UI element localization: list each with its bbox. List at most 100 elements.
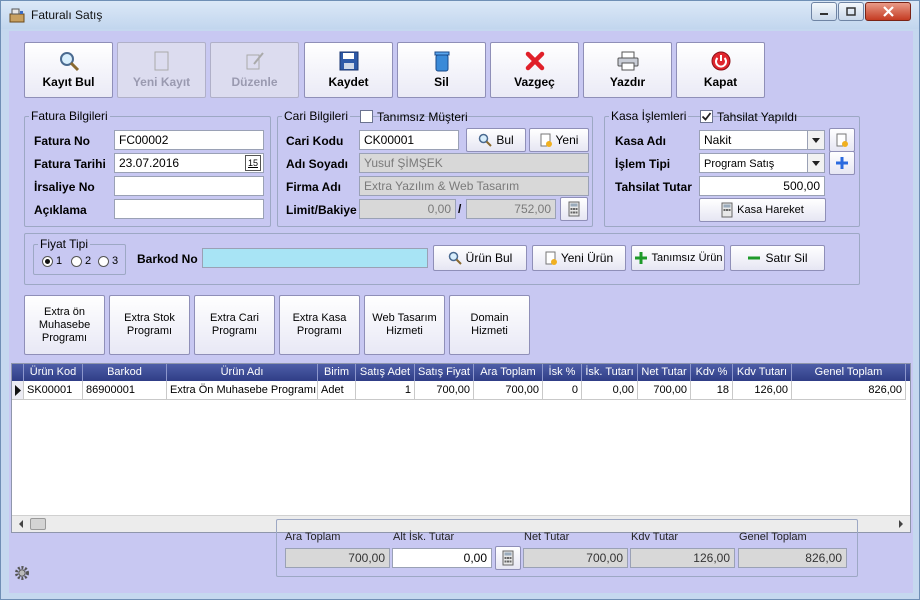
adi-soyadi-label: Adı Soyadı bbox=[286, 157, 349, 171]
fiyat-tipi-label-2: 2 bbox=[85, 255, 92, 267]
title-bar[interactable]: Faturalı Satış bbox=[1, 1, 919, 29]
grid-cell[interactable]: 700,00 bbox=[474, 381, 543, 400]
grid-cell[interactable]: 700,00 bbox=[415, 381, 474, 400]
grid-header-cell[interactable]: Satış Fiyat bbox=[415, 364, 474, 381]
grid-cell[interactable]: 86900001 bbox=[83, 381, 167, 400]
row-indicator[interactable] bbox=[12, 381, 24, 400]
tanimsiz-urun-button[interactable]: Tanımsız Ürün bbox=[631, 245, 725, 271]
quick-product-button-4[interactable]: Extra Kasa Programı bbox=[279, 295, 360, 355]
duzenle-button[interactable]: Düzenle bbox=[210, 42, 299, 98]
barkod-no-input[interactable] bbox=[202, 248, 428, 268]
close-window-button[interactable] bbox=[865, 2, 911, 21]
ara-toplam-field[interactable]: 700,00 bbox=[285, 548, 390, 568]
islem-tipi-select[interactable]: Program Satış bbox=[699, 153, 825, 173]
tahsilat-tutar-field[interactable]: 500,00 bbox=[699, 176, 825, 196]
irsaliye-no-field[interactable] bbox=[114, 176, 264, 196]
quick-product-button-6[interactable]: Domain Hizmeti bbox=[449, 295, 530, 355]
genel-toplam-field[interactable]: 826,00 bbox=[738, 548, 847, 568]
fatura-legend: Fatura Bilgileri bbox=[31, 109, 108, 123]
alt-isk-calculator-button[interactable] bbox=[495, 546, 521, 570]
scroll-left-icon[interactable] bbox=[14, 516, 28, 532]
chevron-down-icon[interactable] bbox=[807, 131, 824, 149]
kdv-tutar-field[interactable]: 126,00 bbox=[630, 548, 735, 568]
cari-kodu-field[interactable]: CK00001 bbox=[359, 130, 459, 150]
cari-yeni-button[interactable]: Yeni bbox=[529, 128, 589, 152]
grid-cell[interactable]: 700,00 bbox=[638, 381, 691, 400]
grid-header-cell[interactable]: İsk % bbox=[543, 364, 582, 381]
grid-header-cell[interactable]: Net Tutar bbox=[638, 364, 691, 381]
save-disk-icon bbox=[339, 51, 358, 71]
row-pointer-icon bbox=[15, 385, 21, 396]
chevron-down-icon[interactable] bbox=[807, 154, 824, 172]
fiyat-tipi-radio-2[interactable] bbox=[71, 256, 82, 267]
tahsilat-tutar-label: Tahsilat Tutar bbox=[615, 180, 692, 194]
sil-button[interactable]: Sil bbox=[397, 42, 486, 98]
sil-label: Sil bbox=[434, 75, 449, 89]
vazgec-button[interactable]: Vazgeç bbox=[490, 42, 579, 98]
aciklama-field[interactable] bbox=[114, 199, 264, 219]
yeni-kayit-button[interactable]: Yeni Kayıt bbox=[117, 42, 206, 98]
scroll-thumb[interactable] bbox=[30, 518, 46, 530]
adi-soyadi-field[interactable]: Yusuf ŞİMŞEK bbox=[359, 153, 589, 173]
quick-product-button-2[interactable]: Extra Stok Programı bbox=[109, 295, 190, 355]
net-tutar-field[interactable]: 700,00 bbox=[523, 548, 628, 568]
grid-header-cell[interactable]: Satış Adet bbox=[356, 364, 415, 381]
fiyat-tipi-radio-1[interactable] bbox=[42, 256, 53, 267]
limit-field[interactable]: 0,00 bbox=[359, 199, 456, 219]
scroll-right-icon[interactable] bbox=[894, 516, 908, 532]
grid-header-cell[interactable]: Ürün Adı bbox=[167, 364, 318, 381]
kapat-button[interactable]: Kapat bbox=[676, 42, 765, 98]
grid-header-cell[interactable]: Ara Toplam bbox=[474, 364, 543, 381]
grid-cell[interactable]: 126,00 bbox=[733, 381, 792, 400]
cari-bul-button[interactable]: Bul bbox=[466, 128, 526, 152]
grid-header-cell[interactable]: Barkod bbox=[83, 364, 167, 381]
tanimsiz-musteri-checkbox[interactable] bbox=[360, 110, 373, 123]
calculator-icon bbox=[568, 201, 580, 217]
kasa-yeni-button[interactable] bbox=[829, 128, 855, 152]
minimize-button[interactable] bbox=[811, 2, 837, 21]
grid-header-cell[interactable]: Birim bbox=[318, 364, 356, 381]
grid-cell[interactable]: 0 bbox=[543, 381, 582, 400]
cari-bul-label: Bul bbox=[496, 133, 514, 147]
grid-header-cell[interactable]: Ürün Kod bbox=[24, 364, 83, 381]
kasa-adi-select[interactable]: Nakit bbox=[699, 130, 825, 150]
bakiye-calculator-button[interactable] bbox=[560, 197, 588, 221]
grid-header-cell[interactable]: Kdv % bbox=[691, 364, 733, 381]
calendar-button[interactable]: 15 bbox=[245, 155, 261, 171]
urun-bul-button[interactable]: Ürün Bul bbox=[433, 245, 527, 271]
grid-cell[interactable]: Adet bbox=[318, 381, 356, 400]
grid-header-cell[interactable]: Kdv Tutarı bbox=[733, 364, 792, 381]
firma-adi-field[interactable]: Extra Yazılım & Web Tasarım bbox=[359, 176, 589, 196]
gear-icon[interactable] bbox=[14, 565, 30, 581]
window-title: Faturalı Satış bbox=[31, 8, 103, 22]
yeni-urun-button[interactable]: Yeni Ürün bbox=[532, 245, 626, 271]
grid-header-cell[interactable]: Genel Toplam bbox=[792, 364, 906, 381]
satir-sil-label: Satır Sil bbox=[765, 251, 808, 265]
grid-cell[interactable]: 826,00 bbox=[792, 381, 906, 400]
bakiye-field[interactable]: 752,00 bbox=[466, 199, 556, 219]
alt-isk-tutar-field[interactable]: 0,00 bbox=[392, 548, 492, 568]
grid-cell[interactable]: 1 bbox=[356, 381, 415, 400]
grid-cell[interactable]: Extra Ön Muhasebe Programı bbox=[167, 381, 318, 400]
quick-product-button-1[interactable]: Extra ön Muhasebe Programı bbox=[24, 295, 105, 355]
grid-header-cell[interactable]: İsk. Tutarı bbox=[582, 364, 638, 381]
maximize-button[interactable] bbox=[838, 2, 864, 21]
quick-product-button-5[interactable]: Web Tasarım Hizmeti bbox=[364, 295, 445, 355]
fatura-no-field[interactable]: FC00002 bbox=[114, 130, 264, 150]
grid-cell[interactable]: 18 bbox=[691, 381, 733, 400]
islem-tipi-add-button[interactable] bbox=[829, 151, 855, 175]
fatura-tarihi-field[interactable]: 23.07.2016 15 bbox=[114, 153, 264, 173]
satir-sil-button[interactable]: Satır Sil bbox=[730, 245, 825, 271]
kasa-hareket-button[interactable]: Kasa Hareket bbox=[699, 198, 826, 222]
grid-cell[interactable]: SK00001 bbox=[24, 381, 83, 400]
grid-cell[interactable]: 0,00 bbox=[582, 381, 638, 400]
yazdir-button[interactable]: Yazdır bbox=[583, 42, 672, 98]
new-document-icon bbox=[545, 251, 557, 265]
kaydet-button[interactable]: Kaydet bbox=[304, 42, 393, 98]
kayit-bul-button[interactable]: Kayıt Bul bbox=[24, 42, 113, 98]
fiyat-tipi-radio-3[interactable] bbox=[98, 256, 109, 267]
product-grid[interactable]: Ürün Kod Barkod Ürün Adı Birim Satış Ade… bbox=[11, 363, 911, 533]
table-row[interactable]: SK00001 86900001 Extra Ön Muhasebe Progr… bbox=[12, 381, 910, 400]
tahsilat-yapildi-checkbox[interactable] bbox=[700, 110, 713, 123]
quick-product-button-3[interactable]: Extra Cari Programı bbox=[194, 295, 275, 355]
